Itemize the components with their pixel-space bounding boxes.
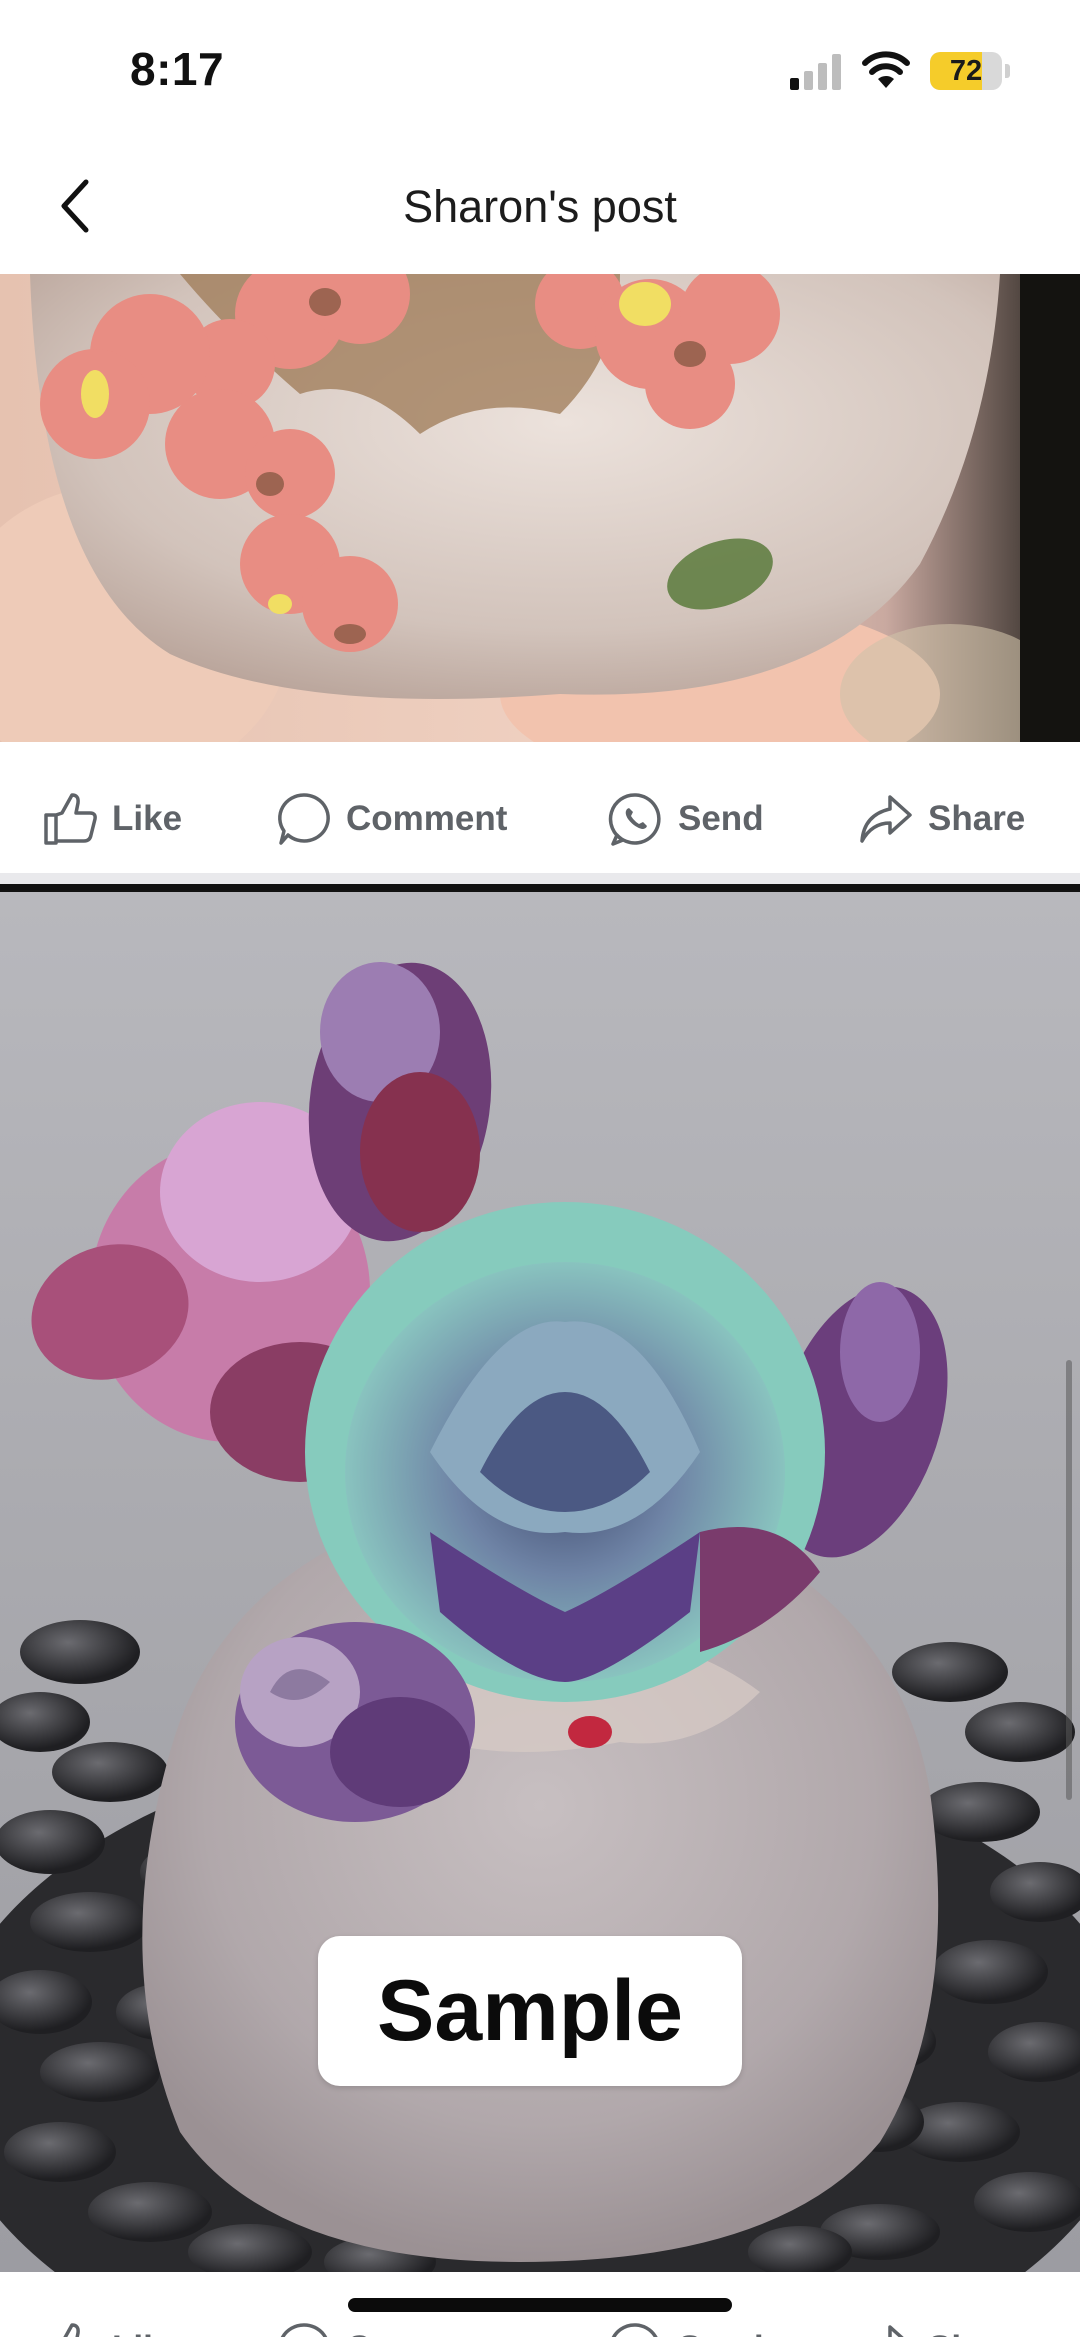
send-button[interactable]: Send [608, 750, 764, 888]
home-indicator[interactable] [348, 2298, 732, 2312]
send-label: Send [678, 799, 764, 838]
photo-top-border [0, 884, 1080, 892]
cellular-signal-icon [790, 54, 841, 90]
thumbs-up-icon [63, 2323, 80, 2337]
post-header: Sharon's post [0, 140, 1080, 274]
thumbs-up-icon [44, 793, 97, 845]
pot-photo-image [0, 274, 1080, 742]
chevron-left-icon [61, 179, 89, 233]
post-action-bar: Like Comment Send Share [0, 750, 1080, 888]
battery-indicator: 72 [930, 52, 1010, 90]
scroll-indicator [1066, 1360, 1072, 1800]
send-label: Send [678, 2329, 764, 2337]
like-button[interactable]: Like [42, 750, 182, 888]
back-button[interactable] [36, 166, 116, 246]
comment-bubble-icon [278, 793, 330, 845]
battery-nub [1005, 64, 1010, 78]
battery-body: 72 [930, 52, 1002, 90]
comment-button[interactable]: Comment [276, 750, 507, 888]
share-button[interactable]: Share [858, 750, 1025, 888]
post-photo-pot[interactable] [0, 274, 1080, 742]
share-label: Share [928, 799, 1026, 838]
share-arrow-icon [860, 795, 912, 843]
share-button[interactable]: Share [858, 2280, 1025, 2337]
battery-level-text: 72 [949, 55, 983, 87]
page-title: Sharon's post [403, 181, 677, 232]
like-label: Like [112, 2329, 182, 2337]
messenger-icon [611, 2323, 658, 2337]
sample-watermark-badge: Sample [318, 1936, 742, 2086]
share-arrow-icon [888, 2325, 904, 2337]
like-button[interactable]: Like [42, 2280, 182, 2337]
like-label: Like [112, 799, 183, 838]
comment-label: Comment [346, 799, 508, 838]
status-time: 8:17 [130, 43, 225, 95]
messenger-icon [608, 793, 661, 846]
comment-bubble-icon [280, 2323, 328, 2337]
comment-label: Comment [346, 2329, 507, 2337]
status-bar: 8:17 72 [0, 0, 1080, 140]
wifi-icon [862, 51, 910, 88]
share-label: Share [928, 2329, 1025, 2337]
